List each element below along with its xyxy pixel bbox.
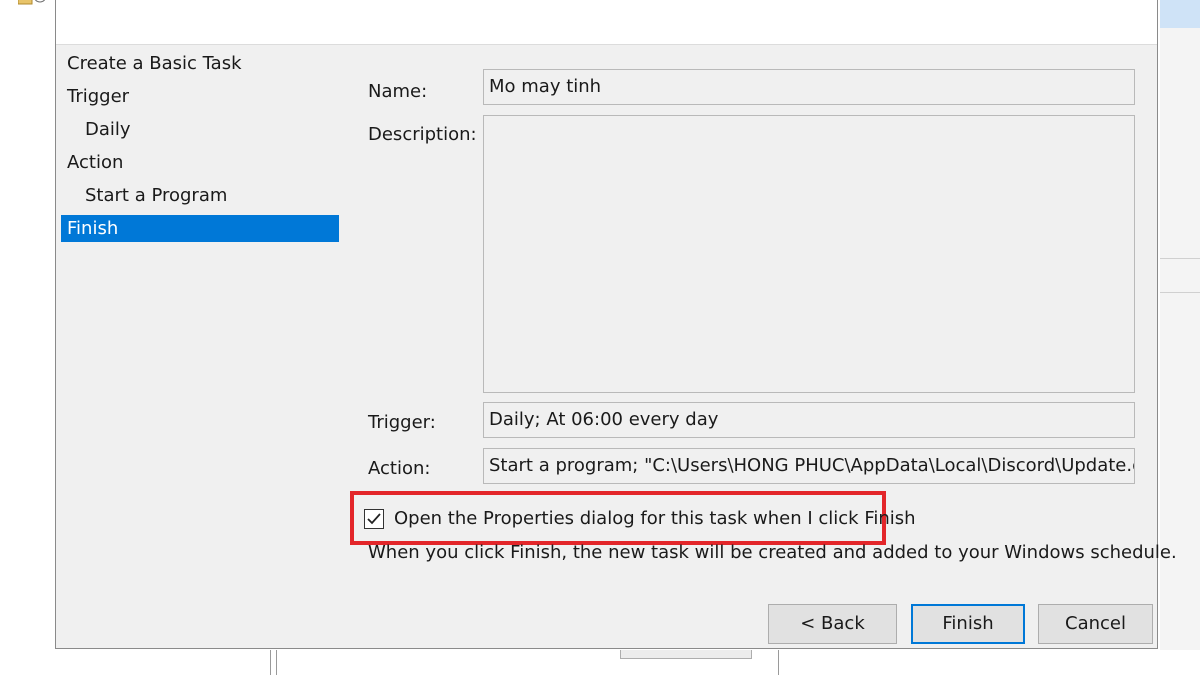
nav-item-trigger[interactable]: Trigger xyxy=(61,83,339,110)
trigger-field[interactable]: Daily; At 06:00 every day xyxy=(483,402,1135,438)
finish-info-text: When you click Finish, the new task will… xyxy=(368,542,1177,563)
action-field[interactable]: Start a program; "C:\Users\HONG PHUC\App… xyxy=(483,448,1135,484)
action-label: Action: xyxy=(368,458,431,479)
finish-button[interactable]: Finish xyxy=(911,604,1025,644)
background-window-bottom xyxy=(0,650,1200,675)
description-field[interactable] xyxy=(483,115,1135,393)
create-basic-task-dialog: Create a Basic Task Trigger Daily Action… xyxy=(55,0,1177,649)
checkmark-icon xyxy=(367,513,381,525)
open-properties-checkbox[interactable] xyxy=(364,509,384,529)
description-label: Description: xyxy=(368,124,477,145)
nav-item-create-basic-task[interactable]: Create a Basic Task xyxy=(61,50,339,77)
background-window-panel xyxy=(1160,0,1200,675)
open-properties-label[interactable]: Open the Properties dialog for this task… xyxy=(394,508,916,529)
background-divider xyxy=(270,650,271,675)
background-divider xyxy=(1160,292,1200,293)
name-label: Name: xyxy=(368,81,428,102)
nav-item-daily[interactable]: Daily xyxy=(61,116,339,143)
task-scheduler-icon xyxy=(17,0,48,8)
background-control xyxy=(620,650,752,659)
dialog-header xyxy=(56,0,1157,45)
background-window-selection xyxy=(1160,0,1200,28)
trigger-label: Trigger: xyxy=(368,412,436,433)
back-button[interactable]: < Back xyxy=(768,604,897,644)
wizard-steps-nav: Create a Basic Task Trigger Daily Action… xyxy=(61,44,339,242)
nav-item-start-a-program[interactable]: Start a Program xyxy=(61,182,339,209)
name-field[interactable]: Mo may tinh xyxy=(483,69,1135,105)
background-divider xyxy=(276,650,277,675)
background-divider xyxy=(778,650,779,675)
background-divider xyxy=(1160,258,1200,259)
nav-item-action[interactable]: Action xyxy=(61,149,339,176)
cancel-button[interactable]: Cancel xyxy=(1038,604,1153,644)
nav-item-finish[interactable]: Finish xyxy=(61,215,339,242)
